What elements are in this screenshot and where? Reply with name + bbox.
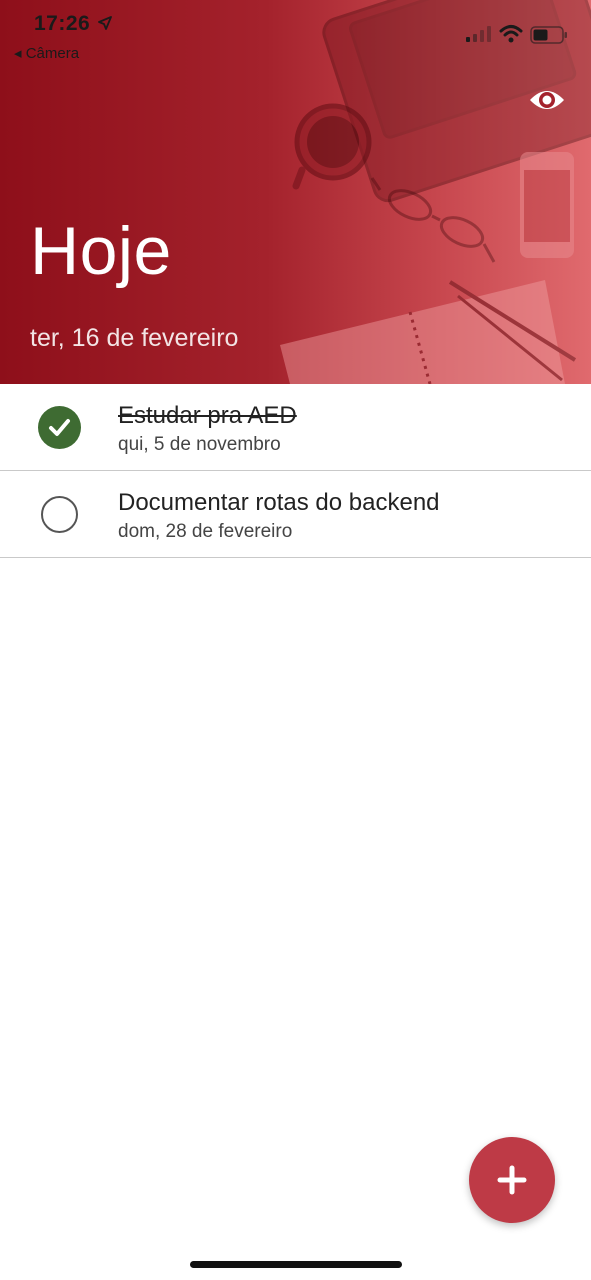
- location-arrow-icon: [98, 16, 112, 30]
- add-task-button[interactable]: [469, 1137, 555, 1223]
- task-title: Estudar pra AED: [118, 402, 297, 429]
- home-indicator[interactable]: [190, 1261, 402, 1268]
- task-item[interactable]: Estudar pra AED qui, 5 de novembro: [0, 384, 591, 471]
- battery-icon: [530, 26, 567, 44]
- page-title: Hoje: [30, 213, 172, 289]
- header: 17:26 ◂ Câmera Hoje ter, 16 de fevereiro: [0, 0, 591, 384]
- cellular-signal-icon: [466, 26, 491, 42]
- plus-icon: [497, 1165, 527, 1195]
- eye-icon[interactable]: [528, 86, 566, 114]
- back-to-app-link[interactable]: ◂ Câmera: [14, 44, 79, 62]
- task-item[interactable]: Documentar rotas do backend dom, 28 de f…: [0, 471, 591, 558]
- checkmark-icon: [49, 419, 70, 436]
- status-time: 17:26: [34, 12, 91, 35]
- page-date: ter, 16 de fevereiro: [30, 324, 239, 352]
- wifi-icon: [499, 25, 523, 43]
- task-date: qui, 5 de novembro: [118, 434, 281, 455]
- completed-checkbox[interactable]: [38, 406, 81, 449]
- task-checkbox[interactable]: [41, 496, 78, 533]
- task-date: dom, 28 de fevereiro: [118, 521, 293, 542]
- task-title: Documentar rotas do backend: [118, 489, 440, 516]
